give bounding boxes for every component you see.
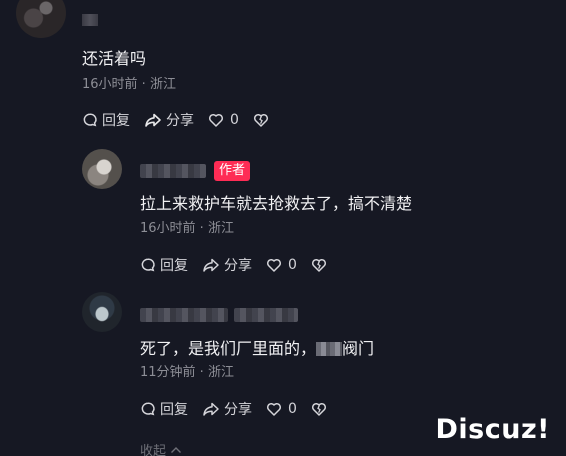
comment-actions: 回复 分享 0 [140,399,345,419]
collapse-replies-button[interactable]: 收起 [140,440,182,456]
comment-actions: 回复 分享 0 [82,110,287,130]
comment-thread: 还活着吗 16小时前 · 浙江 回复 分享 0 作者 拉上来救护车就去抢救去了，… [0,0,566,456]
blurred-username [140,164,206,178]
reply-button[interactable]: 回复 [140,399,188,419]
heart-icon [208,113,224,127]
like-button[interactable]: 0 [266,257,297,273]
comment-icon [141,402,155,416]
like-count: 0 [230,112,239,128]
comment-text: 拉上来救护车就去抢救去了，搞不清楚 [140,194,413,213]
watermark: Discuz! [435,414,550,445]
reply-button[interactable]: 回复 [82,110,130,130]
heart-icon [266,258,282,272]
comment-meta: 16小时前 · 浙江 [82,77,176,92]
share-button[interactable]: 分享 [202,399,252,419]
comment-icon [83,113,97,127]
chevron-up-icon [171,447,182,453]
avatar[interactable] [16,0,66,38]
dislike-button[interactable] [311,401,331,417]
comment-meta: 16小时前 · 浙江 [140,221,234,236]
reply-label: 回复 [160,258,188,274]
comment-text: 还活着吗 [82,49,147,68]
share-icon [145,113,161,127]
dislike-icon [311,258,326,272]
dislike-icon [253,113,268,127]
share-button[interactable]: 分享 [202,255,252,275]
collapse-label: 收起 [140,444,167,456]
reply-label: 回复 [160,402,188,418]
like-count: 0 [288,401,297,417]
blurred-username [82,14,98,26]
dislike-icon [311,402,326,416]
like-count: 0 [288,257,297,273]
comment-text-part: 死了，是我们厂里面的， [140,339,317,358]
share-label: 分享 [224,258,252,274]
blurred-text [316,342,343,356]
dislike-button[interactable] [311,257,331,273]
share-label: 分享 [224,402,252,418]
avatar[interactable] [82,149,122,189]
dislike-button[interactable] [253,112,273,128]
heart-icon [266,402,282,416]
share-label: 分享 [166,113,194,129]
reply-label: 回复 [102,113,130,129]
share-icon [203,258,219,272]
blurred-username [140,308,228,322]
share-icon [203,402,219,416]
comment-text-part: 阀门 [342,339,375,358]
comment-actions: 回复 分享 0 [140,255,345,275]
author-badge: 作者 [214,161,251,181]
like-button[interactable]: 0 [266,401,297,417]
avatar[interactable] [82,292,122,332]
reply-button[interactable]: 回复 [140,255,188,275]
blurred-username [234,308,298,322]
like-button[interactable]: 0 [208,112,239,128]
comment-text: 死了，是我们厂里面的， 阀门 [140,335,374,359]
share-button[interactable]: 分享 [144,110,194,130]
comment-icon [141,258,155,272]
comment-meta: 11分钟前 · 浙江 [140,365,234,380]
